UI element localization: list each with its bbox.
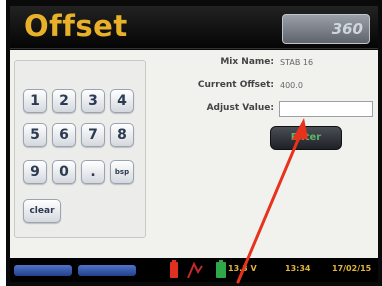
arrow-shaft bbox=[236, 133, 302, 284]
arrow-head bbox=[292, 118, 308, 140]
annotation-arrow bbox=[236, 118, 308, 284]
